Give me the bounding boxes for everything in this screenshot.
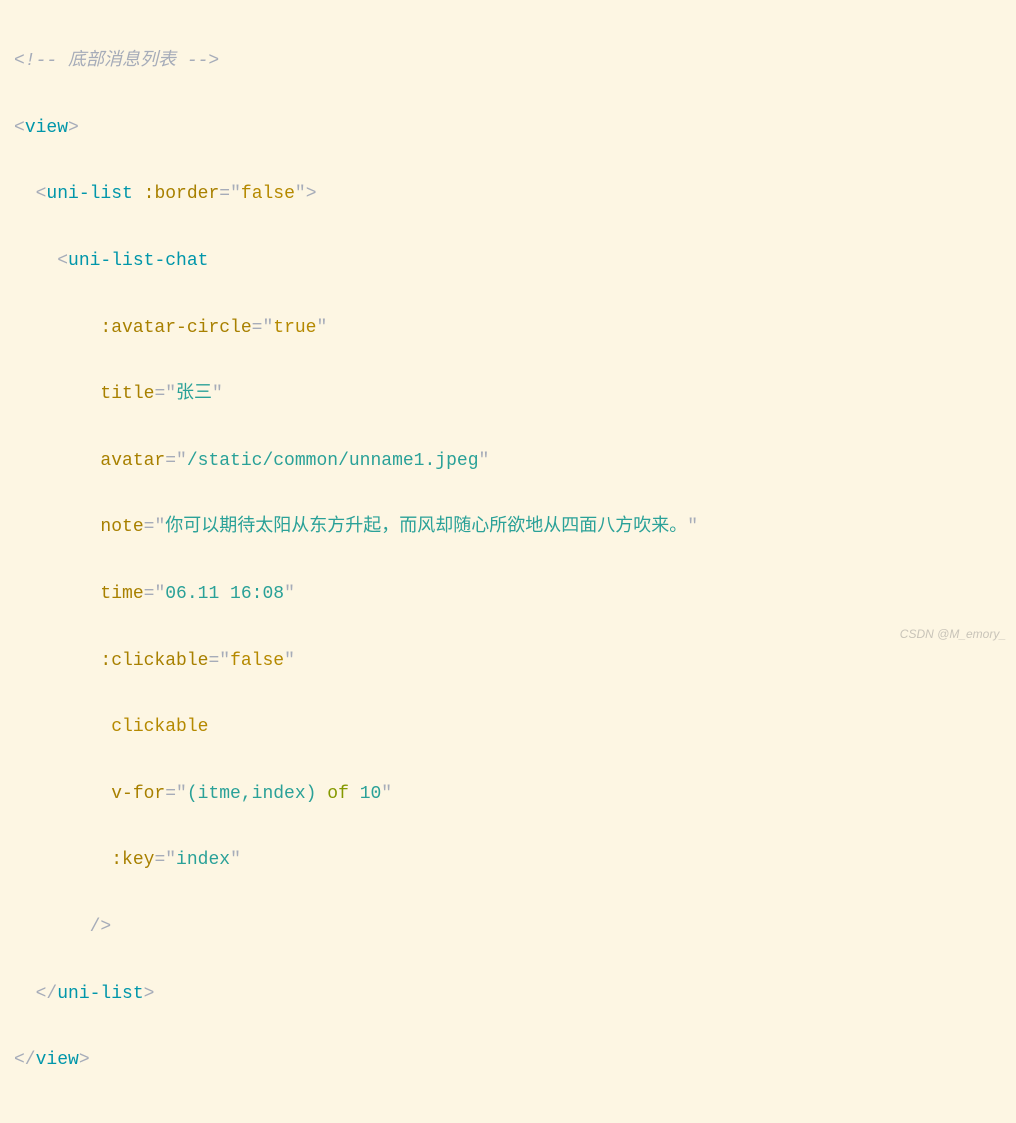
- code-line: clickable: [14, 711, 1002, 744]
- code-line: <!-- 底部消息列表 -->: [14, 45, 1002, 78]
- code-line: time="06.11 16:08": [14, 578, 1002, 611]
- code-line: <view>: [14, 112, 1002, 145]
- code-line: title="张三": [14, 378, 1002, 411]
- code-line: v-for="(itme,index) of 10": [14, 778, 1002, 811]
- watermark: CSDN @M_emory_: [900, 623, 1006, 645]
- code-line: note="你可以期待太阳从东方升起，而风却随心所欲地从四面八方吹来。": [14, 511, 1002, 544]
- comment: <!-- 底部消息列表 -->: [14, 51, 219, 71]
- code-line: />: [14, 911, 1002, 944]
- code-block: <!-- 底部消息列表 --> <view> <uni-list :border…: [0, 0, 1016, 1123]
- code-line: :avatar-circle="true": [14, 312, 1002, 345]
- code-line: :clickable="false": [14, 645, 1002, 678]
- code-line: avatar="/static/common/unname1.jpeg": [14, 445, 1002, 478]
- code-line: <uni-list :border="false">: [14, 178, 1002, 211]
- code-line: </view>: [14, 1044, 1002, 1077]
- code-line: <uni-list-chat: [14, 245, 1002, 278]
- code-line: :key="index": [14, 844, 1002, 877]
- code-line: </uni-list>: [14, 978, 1002, 1011]
